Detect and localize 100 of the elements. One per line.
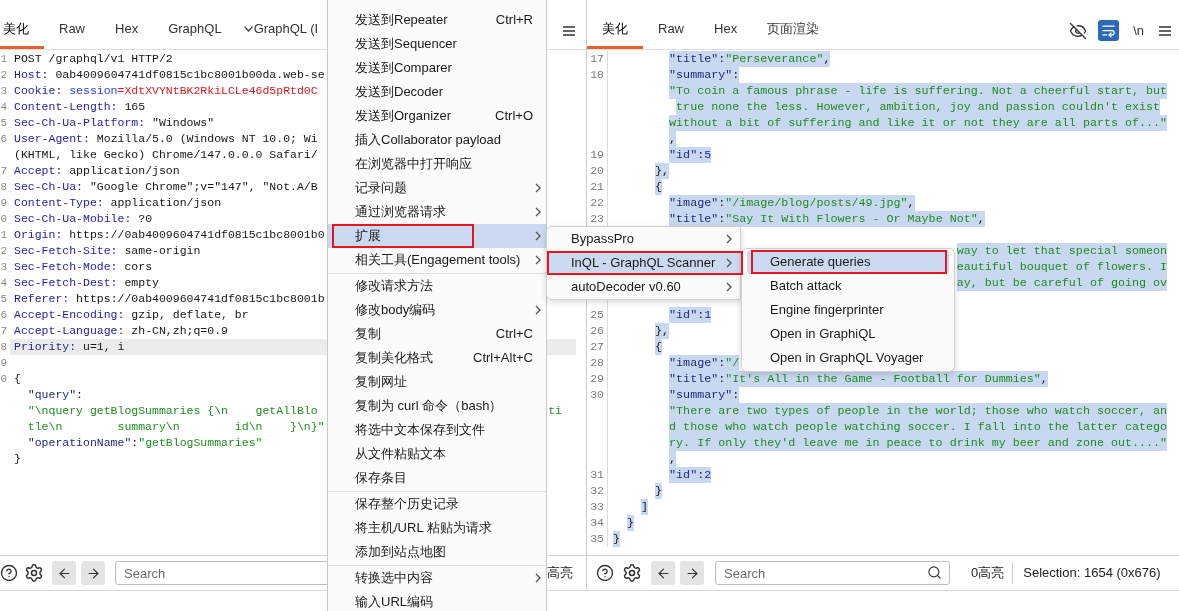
code-line: ti <box>548 403 562 419</box>
forward-button[interactable] <box>81 561 105 585</box>
highlight-count: 0高亮 <box>971 564 1005 583</box>
wrap-toggle-button[interactable] <box>1098 20 1120 41</box>
menu-item[interactable]: 通过浏览器请求 <box>328 200 546 224</box>
editor-tab[interactable]: GraphQL <box>153 12 237 49</box>
settings-icon[interactable] <box>24 563 44 583</box>
editor-tab[interactable]: 美化 <box>0 12 44 49</box>
code-line: Content-Length: 165 <box>14 99 146 115</box>
code-line: Accept-Language: zh-CN,zh;q=0.9 <box>14 323 228 339</box>
code-line: Referer: https://0ab4009604741df0815c1bc8001b <box>14 291 325 307</box>
eye-off-icon[interactable] <box>1069 21 1088 40</box>
arrow-right-icon <box>684 565 700 581</box>
menu-item[interactable]: 从文件粘贴文本 <box>328 442 546 466</box>
menu-item[interactable]: 发送到Comparer <box>328 56 546 80</box>
line-number: 23 <box>590 211 604 227</box>
editor-tab[interactable]: Hex <box>699 12 753 49</box>
menu-item[interactable]: 将选中文本保存到文件 <box>328 418 546 442</box>
line-number: 2 <box>0 68 7 83</box>
back-button[interactable] <box>651 561 675 585</box>
menu-item[interactable]: 发送到Decoder <box>328 80 546 104</box>
line-number: 18 <box>590 67 604 83</box>
help-icon[interactable] <box>596 564 614 582</box>
code-line: "operationName":"getBlogSummaries" <box>27 435 263 451</box>
menu-item[interactable]: BypassPro <box>547 227 740 251</box>
menu-item[interactable]: 复制美化格式 Ctrl+Alt+C <box>328 346 546 370</box>
menu-item[interactable]: Generate queries <box>747 250 949 274</box>
menu-icon[interactable] <box>563 25 575 36</box>
code-line: Accept-Encoding: gzip, deflate, br <box>14 307 249 323</box>
line-number: 8 <box>0 180 7 195</box>
code-line: Host: 0ab4009604741df0815c1bc8001b00da.web-se <box>14 67 325 83</box>
line-number: 22 <box>590 195 604 211</box>
line-number: 17 <box>590 51 604 67</box>
editor-tab[interactable]: 页面渲染 <box>752 12 835 49</box>
menu-item[interactable]: 添加到站点地图 <box>328 540 546 564</box>
line-number: 1 <box>0 52 7 67</box>
menu-item[interactable]: 修改body编码 <box>328 298 546 322</box>
line-number: 19 <box>590 147 604 163</box>
menu-item[interactable]: Batch attack <box>747 274 949 298</box>
chevron-down-icon <box>243 26 253 32</box>
line-number: 7 <box>0 164 7 179</box>
menu-item[interactable]: 复制网址 <box>328 370 546 394</box>
back-button[interactable] <box>52 561 76 585</box>
code-line: POST /graphql/v1 HTTP/2 <box>14 51 173 67</box>
line-number: 2 <box>0 244 7 259</box>
menu-item[interactable]: 修改请求方法 <box>328 274 546 298</box>
newline-toggle[interactable]: \n <box>1133 20 1144 41</box>
search-icon[interactable] <box>927 564 942 580</box>
line-number: 21 <box>590 179 604 195</box>
editor-tab[interactable]: 美化 <box>587 12 643 49</box>
search-field[interactable]: Search <box>715 561 950 586</box>
code-line: "query": <box>27 387 83 403</box>
menu-item[interactable]: 发送到Organizer Ctrl+O <box>328 104 546 128</box>
code-line: "\nquery getBlogSummaries {\n getAllBlo <box>27 403 318 419</box>
editor-tab[interactable]: Hex <box>100 12 154 49</box>
line-number: 26 <box>590 323 604 339</box>
menu-item[interactable]: Open in GraphQL Voyager <box>747 346 949 370</box>
line-number: 25 <box>590 307 604 323</box>
settings-icon[interactable] <box>622 563 642 583</box>
menu-item[interactable]: 保存条目 <box>328 466 546 490</box>
line-number: 20 <box>590 163 604 179</box>
menu-item[interactable]: autoDecoder v0.60 <box>547 275 740 299</box>
line-number: 6 <box>0 308 7 323</box>
code-line: } <box>14 451 21 467</box>
menu-item[interactable]: 在浏览器中打开响应 <box>328 152 546 176</box>
code-line: User-Agent: Mozilla/5.0 (Windows NT 10.0; Wi <box>14 131 318 147</box>
menu-item[interactable]: 转换选中内容 <box>328 566 546 590</box>
menu-item[interactable]: Engine fingerprinter <box>747 298 949 322</box>
line-number: 27 <box>590 339 604 355</box>
menu-item[interactable]: 相关工具(Engagement tools) <box>328 248 546 272</box>
line-number: 6 <box>0 132 7 147</box>
code-line: Sec-Ch-Ua: "Google Chrome";v="147", "Not.A/B <box>14 179 318 195</box>
code-line: Sec-Fetch-Mode: cors <box>14 259 153 275</box>
line-number: 7 <box>0 324 7 339</box>
menu-item[interactable]: 扩展 <box>328 224 546 248</box>
line-number: 32 <box>590 483 604 499</box>
menu-item[interactable]: Open in GraphiQL <box>747 322 949 346</box>
menu-item[interactable]: 复制为 curl 命令（bash） <box>328 394 546 418</box>
line-number: 35 <box>590 531 604 547</box>
forward-button[interactable] <box>680 561 704 585</box>
help-icon[interactable] <box>0 564 18 582</box>
wrap-text-icon <box>1101 23 1117 38</box>
menu-item[interactable]: 保存整个历史记录 <box>328 492 546 516</box>
code-line: Content-Type: application/json <box>14 195 222 211</box>
menu-item[interactable]: 复制 Ctrl+C <box>328 322 546 346</box>
search-field[interactable]: Search <box>115 561 329 585</box>
menu-item[interactable]: InQL - GraphQL Scanner <box>547 251 740 275</box>
menu-item[interactable]: 输入URL编码 <box>328 590 546 611</box>
menu-icon[interactable] <box>1159 25 1171 36</box>
line-number: 34 <box>590 515 604 531</box>
line-number: 31 <box>590 467 604 483</box>
editor-tab[interactable]: Raw <box>643 12 699 49</box>
menu-item[interactable]: 插入Collaborator payload <box>328 128 546 152</box>
highlight-count: 高亮 <box>547 564 573 583</box>
code-line: Sec-Ch-Ua-Platform: "Windows" <box>14 115 215 131</box>
menu-item[interactable]: 将主机/URL 粘贴为请求 <box>328 516 546 540</box>
line-number: 28 <box>590 355 604 371</box>
editor-tab[interactable]: Raw <box>44 12 100 49</box>
line-number: 0 <box>0 372 7 387</box>
menu-item[interactable]: 记录问题 <box>328 176 546 200</box>
